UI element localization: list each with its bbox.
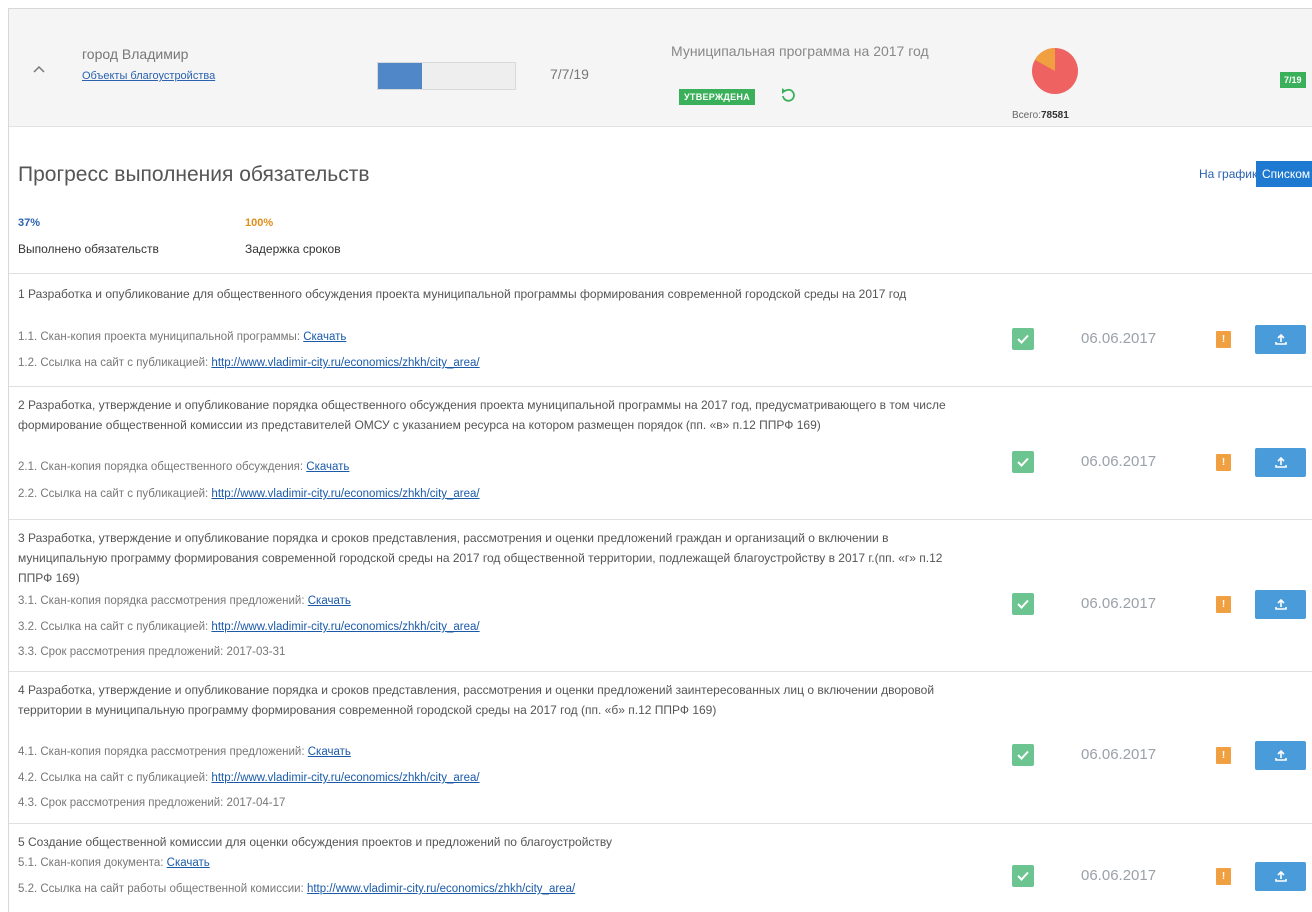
item-date: 06.06.2017 <box>1081 330 1157 347</box>
upload-button[interactable] <box>1255 325 1306 354</box>
upload-button[interactable] <box>1255 862 1306 891</box>
chevron-up-icon[interactable] <box>31 61 47 77</box>
warning-badge: ! <box>1216 747 1231 764</box>
download-link[interactable]: Скачать <box>306 461 349 473</box>
program-title: Муниципальная программа на 2017 год <box>671 43 929 59</box>
item-sub: 3.1. Скан-копия порядка рассмотрения пре… <box>18 595 351 607</box>
obligation-item: 3 Разработка, утверждение и опубликовани… <box>9 519 1312 671</box>
warning-badge: ! <box>1216 596 1231 613</box>
item-sub: 4.1. Скан-копия порядка рассмотрения пре… <box>18 746 351 758</box>
obligation-item: 4 Разработка, утверждение и опубликовани… <box>9 671 1312 823</box>
total-label: Всего: <box>1012 110 1041 121</box>
obligation-item: 1 Разработка и опубликование для обществ… <box>9 273 1312 386</box>
check-icon <box>1012 328 1034 350</box>
item-date: 06.06.2017 <box>1081 867 1157 884</box>
sub-text: 2.1. Скан-копия порядка общественного об… <box>18 461 307 473</box>
upload-icon <box>1274 749 1287 761</box>
item-sub: 1.2. Ссылка на сайт с публикацией: http:… <box>18 357 480 369</box>
obligation-item: 5 Создание общественной комиссии для оце… <box>9 823 1312 912</box>
check-icon <box>1012 593 1034 615</box>
progress-text: 7/7/19 <box>550 66 589 82</box>
item-date: 06.06.2017 <box>1081 746 1157 763</box>
count-chip: 7/19 <box>1280 72 1306 88</box>
sub-text: 4.3. Срок рассмотрения предложений: 2017… <box>18 797 286 809</box>
sub-text: 3.3. Срок рассмотрения предложений: 2017… <box>18 646 286 658</box>
upload-button[interactable] <box>1255 590 1306 619</box>
upload-icon <box>1274 870 1287 882</box>
sub-text: 3.1. Скан-копия порядка рассмотрения пре… <box>18 595 308 607</box>
upload-icon <box>1274 456 1287 468</box>
site-link[interactable]: http://www.vladimir-city.ru/economics/zh… <box>307 883 575 895</box>
site-link[interactable]: http://www.vladimir-city.ru/economics/zh… <box>211 488 479 500</box>
total-value: 78581 <box>1041 110 1069 121</box>
check-icon <box>1012 744 1034 766</box>
section-title: Прогресс выполнения обязательств <box>18 163 370 186</box>
delay-percent: 100% <box>245 217 274 229</box>
page-frame: город Владимир Объекты благоустройства 7… <box>8 8 1312 912</box>
check-icon <box>1012 865 1034 887</box>
item-title: 1 Разработка и опубликование для обществ… <box>18 287 907 301</box>
warning-badge: ! <box>1216 454 1231 471</box>
download-link[interactable]: Скачать <box>303 331 346 343</box>
site-link[interactable]: http://www.vladimir-city.ru/economics/zh… <box>211 621 479 633</box>
item-sub: 4.3. Срок рассмотрения предложений: 2017… <box>18 797 285 809</box>
check-icon <box>1012 451 1034 473</box>
city-name: город Владимир <box>82 46 189 62</box>
sub-text: 4.2. Ссылка на сайт с публикацией: <box>18 772 212 784</box>
completed-percent: 37% <box>18 217 41 229</box>
view-list-button[interactable]: Списком <box>1256 161 1312 187</box>
progress-fill <box>378 63 422 89</box>
undo-icon[interactable] <box>779 86 797 104</box>
item-sub: 5.1. Скан-копия документа: Скачать <box>18 857 210 869</box>
total-count: Всего:78581 <box>1012 110 1069 121</box>
site-link[interactable]: http://www.vladimir-city.ru/economics/zh… <box>211 772 479 784</box>
upload-button[interactable] <box>1255 448 1306 477</box>
status-badge: УТВЕРЖДЕНА <box>679 89 756 105</box>
warning-badge: ! <box>1216 331 1231 348</box>
item-sub: 4.2. Ссылка на сайт с публикацией: http:… <box>18 772 480 784</box>
item-title: 5 Создание общественной комиссии для оце… <box>18 835 612 849</box>
upload-button[interactable] <box>1255 741 1306 770</box>
pie-chart <box>1032 48 1078 94</box>
sub-text: 2.2. Ссылка на сайт с публикацией: <box>18 488 212 500</box>
sub-text: 1.1. Скан-копия проекта муниципальной пр… <box>18 331 304 343</box>
sub-text: 5.1. Скан-копия документа: <box>18 857 167 869</box>
item-sub: 3.2. Ссылка на сайт с публикацией: http:… <box>18 621 480 633</box>
item-date: 06.06.2017 <box>1081 595 1157 612</box>
download-link[interactable]: Скачать <box>167 857 210 869</box>
warning-badge: ! <box>1216 868 1231 885</box>
completed-label: Выполнено обязательств <box>18 242 159 256</box>
item-sub: 5.2. Ссылка на сайт работы общественной … <box>18 883 575 895</box>
item-date: 06.06.2017 <box>1081 453 1157 470</box>
item-title: 3 Разработка, утверждение и опубликовани… <box>18 531 943 585</box>
item-sub: 2.2. Ссылка на сайт с публикацией: http:… <box>18 488 480 500</box>
delay-label: Задержка сроков <box>245 242 341 256</box>
upload-icon <box>1274 333 1287 345</box>
sub-text: 4.1. Скан-копия порядка рассмотрения пре… <box>18 746 308 758</box>
upload-icon <box>1274 598 1287 610</box>
item-sub: 2.1. Скан-копия порядка общественного об… <box>18 461 349 473</box>
site-link[interactable]: http://www.vladimir-city.ru/economics/zh… <box>211 357 479 369</box>
sub-text: 3.2. Ссылка на сайт с публикацией: <box>18 621 212 633</box>
program-header: город Владимир Объекты благоустройства 7… <box>9 9 1312 127</box>
item-sub: 3.3. Срок рассмотрения предложений: 2017… <box>18 646 285 658</box>
sub-text: 1.2. Ссылка на сайт с публикацией: <box>18 357 212 369</box>
download-link[interactable]: Скачать <box>308 595 351 607</box>
objects-link[interactable]: Объекты благоустройства <box>82 70 215 82</box>
progress-bar <box>377 62 516 90</box>
item-title: 4 Разработка, утверждение и опубликовани… <box>18 683 935 717</box>
obligation-item: 2 Разработка, утверждение и опубликовани… <box>9 386 1312 519</box>
item-title: 2 Разработка, утверждение и опубликовани… <box>18 398 946 432</box>
view-graph-link[interactable]: На графике <box>1199 167 1264 181</box>
sub-text: 5.2. Ссылка на сайт работы общественной … <box>18 883 307 895</box>
download-link[interactable]: Скачать <box>308 746 351 758</box>
item-sub: 1.1. Скан-копия проекта муниципальной пр… <box>18 331 346 343</box>
